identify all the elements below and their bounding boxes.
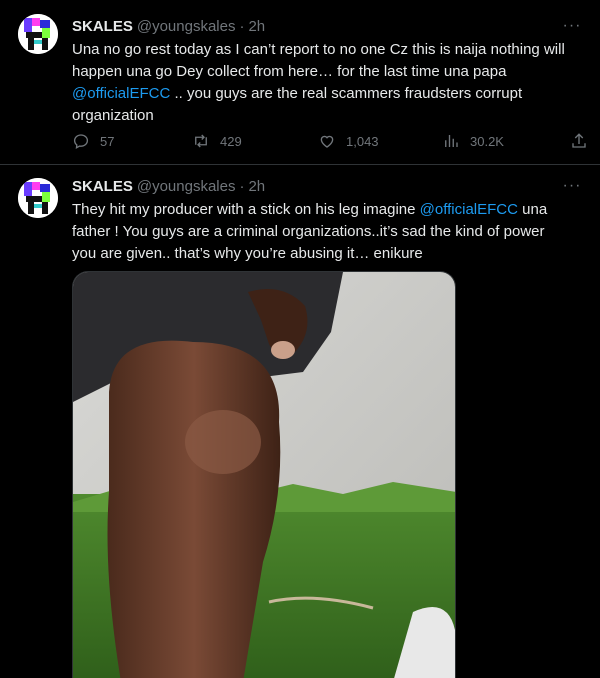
tweet-photo[interactable] xyxy=(72,271,456,678)
user-handle[interactable]: @youngskales xyxy=(137,178,236,195)
reply-count: 57 xyxy=(100,133,115,149)
photo-illustration xyxy=(73,272,455,678)
avatar[interactable] xyxy=(18,178,58,218)
tweet[interactable]: SKALES @youngskales · 2h ··· They hit my… xyxy=(0,165,600,678)
share-button[interactable] xyxy=(570,129,588,153)
tweet-text: Una no go rest today as I can’t report t… xyxy=(72,39,572,127)
tweet-text-part: Una no go rest today as I can’t report t… xyxy=(72,41,565,80)
more-icon[interactable]: ··· xyxy=(562,176,582,196)
avatar[interactable] xyxy=(18,14,58,54)
share-icon xyxy=(572,133,586,148)
like-icon xyxy=(320,135,334,148)
like-count: 1,043 xyxy=(346,133,379,149)
display-name[interactable]: SKALES xyxy=(72,178,133,195)
user-handle[interactable]: @youngskales xyxy=(137,18,236,35)
more-icon[interactable]: ··· xyxy=(562,16,582,36)
separator-dot: · xyxy=(239,17,245,35)
views-count: 30.2K xyxy=(470,133,504,149)
timestamp[interactable]: 2h xyxy=(248,178,265,195)
tweet-header: SKALES @youngskales · 2h xyxy=(72,176,265,196)
mention-link[interactable]: @officialEFCC xyxy=(72,85,170,102)
reply-icon xyxy=(73,134,89,149)
tweet-text: They hit my producer with a stick on his… xyxy=(72,199,572,265)
tweet-text-part: They hit my producer with a stick on his… xyxy=(72,201,420,218)
views-icon xyxy=(445,135,458,147)
timestamp[interactable]: 2h xyxy=(248,18,265,35)
reply-button[interactable]: 57 xyxy=(72,129,114,153)
mention-link[interactable]: @officialEFCC xyxy=(420,201,518,218)
tweet[interactable]: SKALES @youngskales · 2h ··· Una no go r… xyxy=(0,0,600,165)
separator-dot: · xyxy=(239,177,245,195)
views-button[interactable]: 30.2K xyxy=(442,129,504,153)
tweet-header: SKALES @youngskales · 2h xyxy=(72,16,265,36)
repost-button[interactable]: 429 xyxy=(192,129,242,153)
repost-count: 429 xyxy=(220,133,242,149)
action-bar: 57 429 1,043 30.2K xyxy=(66,129,588,153)
display-name[interactable]: SKALES xyxy=(72,18,133,35)
repost-icon xyxy=(195,134,207,148)
like-button[interactable]: 1,043 xyxy=(318,129,379,153)
